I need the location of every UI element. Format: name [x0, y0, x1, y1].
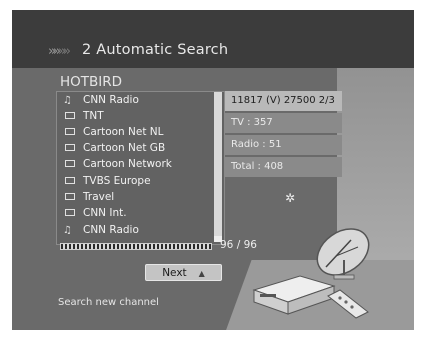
- list-item[interactable]: ♫ CNN Radio: [61, 93, 211, 108]
- channel-name: CNN Radio: [83, 224, 139, 236]
- channel-name: CNN Int.: [83, 207, 127, 219]
- list-item[interactable]: TVBS Europe: [61, 174, 211, 189]
- top-bar: [12, 10, 414, 68]
- music-note-icon: ♫: [63, 95, 72, 106]
- tv-box-icon: [65, 112, 75, 119]
- total-count: Total : 408: [225, 157, 342, 177]
- list-item[interactable]: Travel: [61, 190, 211, 205]
- channel-name: Cartoon Network: [83, 158, 172, 170]
- chevron-icon: »»: [58, 44, 71, 59]
- list-item[interactable]: ♫ CNN Radio: [61, 223, 211, 238]
- tv-box-icon: [65, 209, 75, 216]
- page-title: 2 Automatic Search: [82, 42, 229, 58]
- list-item[interactable]: Cartoon Net NL: [61, 125, 211, 140]
- channel-name: Cartoon Net GB: [83, 142, 166, 154]
- radio-count: Radio : 51: [225, 135, 342, 155]
- remote-control-icon: [327, 289, 369, 319]
- channel-name: TNT: [83, 110, 104, 122]
- tv-count: TV : 357: [225, 113, 342, 133]
- tv-box-icon: [65, 144, 75, 151]
- list-item[interactable]: TNT: [61, 109, 211, 124]
- satellite-dish-icon: [316, 228, 370, 280]
- screen: »» »» 2 Automatic Search HOTBIRD ♫ CNN R…: [12, 10, 414, 330]
- search-info-panel: 11817 (V) 27500 2/3 TV : 357 Radio : 51 …: [225, 91, 342, 195]
- channel-name: TVBS Europe: [83, 175, 151, 187]
- receiver-box-icon: [252, 275, 336, 315]
- channel-name: Cartoon Net NL: [83, 126, 164, 138]
- chevron-icon: »»: [48, 44, 61, 59]
- search-progress-bar: [60, 243, 212, 250]
- list-item[interactable]: Cartoon Net GB: [61, 141, 211, 156]
- music-note-icon: ♫: [63, 225, 72, 236]
- list-item[interactable]: CNN Int.: [61, 206, 211, 221]
- transponder-info: 11817 (V) 27500 2/3: [225, 91, 342, 111]
- tv-box-icon: [65, 177, 75, 184]
- satellite-receiver-illustration: [252, 228, 370, 319]
- next-button[interactable]: Next ▲: [145, 264, 222, 281]
- tv-box-icon: [65, 193, 75, 200]
- channel-name: Travel: [83, 191, 115, 203]
- list-item[interactable]: Cartoon Network: [61, 157, 211, 172]
- status-hint: Search new channel: [58, 297, 159, 308]
- list-scrollbar[interactable]: [214, 92, 222, 242]
- tv-box-icon: [65, 128, 75, 135]
- tv-box-icon: [65, 160, 75, 167]
- triangle-up-icon: ▲: [198, 269, 205, 278]
- channel-list[interactable]: ♫ CNN Radio TNT Cartoon Net NL Cartoon N…: [56, 91, 225, 245]
- satellite-name: HOTBIRD: [60, 74, 123, 90]
- next-button-label: Next: [162, 267, 187, 279]
- sparkle-icon: ✲: [285, 191, 296, 205]
- channel-name: CNN Radio: [83, 94, 139, 106]
